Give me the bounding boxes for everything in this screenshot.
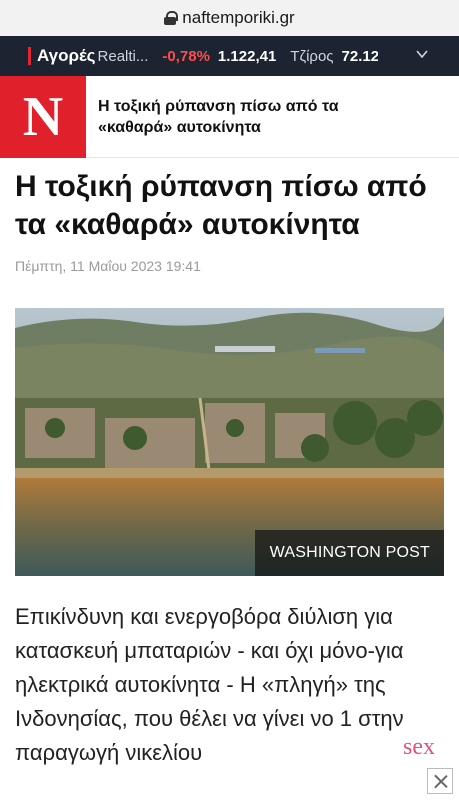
ticker-index-value: 1.122,41 xyxy=(217,47,277,65)
site-header: N Η τοξική ρύπανση πίσω από τα «καθαρά» … xyxy=(0,75,459,158)
ticker-change: -0,78% xyxy=(162,47,210,65)
ticker-turnover-label: Τζίρος xyxy=(290,47,334,65)
header-article-title: Η τοξική ρύπανση πίσω από τα «καθαρά» αυ… xyxy=(98,97,339,136)
url-text: naftemporiki.gr xyxy=(182,8,295,27)
article-lead: Επικίνδυνη και ενεργοβόρα διύλιση για κα… xyxy=(15,604,404,765)
chevron-down-icon[interactable] xyxy=(415,47,429,61)
ad-watermark[interactable]: sex xyxy=(403,734,453,794)
browser-url-bar[interactable]: naftemporiki.gr xyxy=(0,0,459,36)
article-image[interactable]: WASHINGTON POST xyxy=(15,308,444,576)
ticker-turnover-value: 72.12 xyxy=(341,47,378,65)
site-logo[interactable]: N xyxy=(0,75,86,158)
image-credit: WASHINGTON POST xyxy=(254,530,444,576)
lock-icon xyxy=(164,11,179,25)
market-ticker: Αγορές Realti... -0,78% 1.122,41 Τζίρος … xyxy=(0,36,459,76)
ticker-accent-bar xyxy=(28,47,31,65)
ticker-stock-name: Realti... xyxy=(97,47,149,65)
logo-letter: N xyxy=(22,85,64,148)
article-title: Η τοξική ρύπανση πίσω από τα «καθαρά» αυ… xyxy=(15,170,427,241)
close-icon[interactable] xyxy=(427,768,453,794)
ad-watermark-text: sex xyxy=(403,734,435,760)
markets-label[interactable]: Αγορές xyxy=(37,46,96,66)
article-date: Πέμπτη, 11 Μαΐου 2023 19:41 xyxy=(15,258,201,274)
